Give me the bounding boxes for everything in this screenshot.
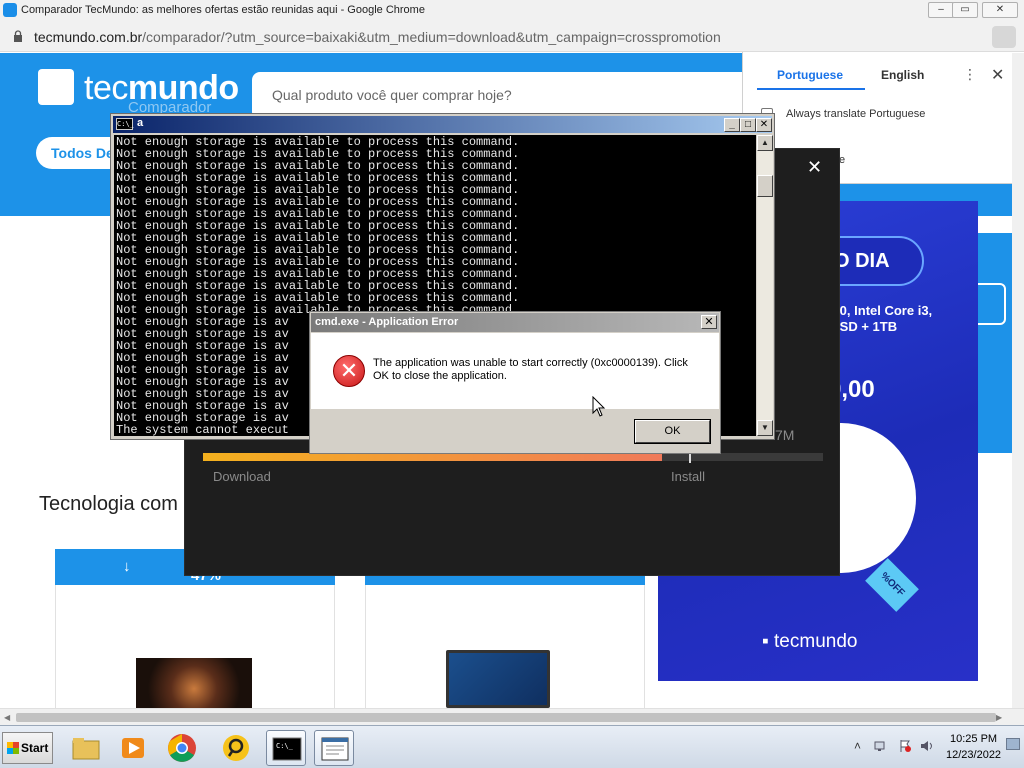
lock-icon bbox=[14, 30, 22, 42]
minimize-button[interactable]: – bbox=[928, 2, 954, 18]
progress-marker bbox=[689, 453, 691, 463]
console-title-bar[interactable]: C:\_ a _ □ ✕ bbox=[113, 116, 772, 133]
console-maximize-button[interactable]: □ bbox=[740, 118, 756, 132]
tab-source-language[interactable]: Portuguese bbox=[777, 68, 843, 82]
maximize-button[interactable]: ▭ bbox=[952, 2, 978, 18]
tecmundo-logo-icon[interactable] bbox=[38, 69, 74, 105]
install-label: Install bbox=[671, 469, 705, 484]
more-options-icon[interactable]: ⋮ bbox=[963, 66, 977, 83]
chrome-icon bbox=[168, 734, 196, 762]
section-title: Tecnologia com bbox=[39, 493, 178, 515]
error-dialog-close-button[interactable]: ✕ bbox=[701, 315, 717, 329]
scroll-down-arrow-icon[interactable]: ▼ bbox=[757, 420, 773, 436]
scroll-thumb[interactable] bbox=[757, 175, 773, 197]
console-taskbar-button[interactable]: C:\_ bbox=[266, 730, 306, 766]
close-popup-icon[interactable]: ✕ bbox=[991, 65, 1004, 85]
horizontal-scroll-thumb[interactable] bbox=[16, 713, 996, 722]
ad-brand-text: tecmundo bbox=[774, 631, 858, 652]
taskbar: Start C:\_ ˄ 10:25 PM 12/23/2022 bbox=[0, 725, 1024, 768]
download-size: 7M bbox=[775, 427, 795, 443]
app-taskbar-button[interactable] bbox=[214, 730, 254, 766]
svg-text:C:\_: C:\_ bbox=[276, 742, 294, 750]
tv-product-image bbox=[136, 658, 252, 708]
dialog-taskbar-button[interactable] bbox=[314, 730, 354, 766]
laptop-product-image bbox=[446, 650, 550, 708]
download-label: Download bbox=[213, 469, 271, 484]
media-player-icon bbox=[122, 738, 144, 758]
ok-button[interactable]: OK bbox=[634, 419, 711, 444]
chrome-tab-favicon-icon bbox=[3, 3, 17, 17]
page-vertical-scrollbar[interactable] bbox=[1012, 53, 1024, 708]
search-placeholder: Qual produto você quer comprar hoje? bbox=[272, 87, 512, 103]
progress-bar bbox=[203, 453, 823, 461]
volume-icon[interactable] bbox=[920, 739, 934, 753]
scroll-right-arrow-icon[interactable]: ▶ bbox=[996, 713, 1002, 722]
error-dialog-title: cmd.exe - Application Error bbox=[315, 316, 459, 328]
mouse-cursor-icon bbox=[592, 396, 606, 417]
console-scrollbar[interactable]: ▲ ▼ bbox=[757, 135, 773, 436]
start-label: Start bbox=[21, 741, 49, 755]
explorer-taskbar-button[interactable] bbox=[66, 730, 106, 766]
progress-fill bbox=[203, 453, 662, 461]
ad-brand: ▪ tecmundo bbox=[762, 631, 858, 652]
active-tab-underline bbox=[757, 88, 865, 90]
url-text[interactable]: tecmundo.com.br/comparador/?utm_source=b… bbox=[34, 29, 721, 45]
start-button[interactable]: Start bbox=[2, 732, 53, 764]
close-window-button[interactable]: ✕ bbox=[982, 2, 1018, 18]
console-title: a bbox=[137, 117, 144, 129]
network-icon[interactable] bbox=[874, 739, 888, 753]
logo-text-light: tec bbox=[84, 69, 128, 107]
error-dialog-title-bar[interactable]: cmd.exe - Application Error ✕ bbox=[311, 313, 719, 332]
url-host: tecmundo.com.br bbox=[34, 29, 143, 45]
tab-target-language[interactable]: English bbox=[881, 68, 924, 82]
error-icon: ✕ bbox=[333, 355, 365, 387]
console-minimize-button[interactable]: _ bbox=[724, 118, 740, 132]
console-close-button[interactable]: ✕ bbox=[756, 118, 772, 132]
chrome-taskbar-button[interactable] bbox=[162, 730, 202, 766]
installer-close-icon[interactable]: ✕ bbox=[807, 157, 822, 178]
media-player-taskbar-button[interactable] bbox=[114, 730, 154, 766]
clock-date[interactable]: 12/23/2022 bbox=[946, 749, 1001, 761]
always-translate-label: Always translate Portuguese bbox=[786, 108, 926, 120]
translate-icon[interactable] bbox=[992, 26, 1016, 48]
window-icon bbox=[321, 737, 349, 761]
scroll-up-arrow-icon[interactable]: ▲ bbox=[757, 135, 773, 151]
cmd-icon: C:\_ bbox=[272, 737, 302, 761]
error-dialog: cmd.exe - Application Error ✕ ✕ The appl… bbox=[309, 311, 721, 454]
address-bar[interactable]: tecmundo.com.br/comparador/?utm_source=b… bbox=[0, 22, 1024, 52]
clock-time[interactable]: 10:25 PM bbox=[950, 733, 997, 745]
show-hidden-icons-icon[interactable]: ˄ bbox=[854, 739, 861, 753]
console-icon: C:\_ bbox=[116, 118, 134, 130]
error-dialog-body: ✕ The application was unable to start co… bbox=[311, 333, 719, 409]
windows-logo-icon bbox=[7, 742, 19, 754]
action-center-flag-icon[interactable] bbox=[898, 739, 912, 753]
chrome-title-bar: Comparador TecMundo: as melhores ofertas… bbox=[0, 0, 1024, 22]
window-title: Comparador TecMundo: as melhores ofertas… bbox=[21, 4, 425, 16]
discount-text: ↓ 47% d bbox=[123, 558, 221, 601]
error-message: The application was unable to start corr… bbox=[373, 357, 688, 382]
scroll-left-arrow-icon[interactable]: ◀ bbox=[4, 713, 10, 722]
page-horizontal-scrollbar[interactable]: ◀ ▶ bbox=[0, 708, 1024, 725]
app-icon bbox=[223, 735, 249, 761]
url-path: /comparador/?utm_source=baixaki&utm_medi… bbox=[142, 29, 721, 45]
ad-discount-tag: %OFF bbox=[865, 558, 919, 612]
folder-icon bbox=[72, 738, 100, 760]
show-desktop-button[interactable] bbox=[1006, 738, 1020, 750]
